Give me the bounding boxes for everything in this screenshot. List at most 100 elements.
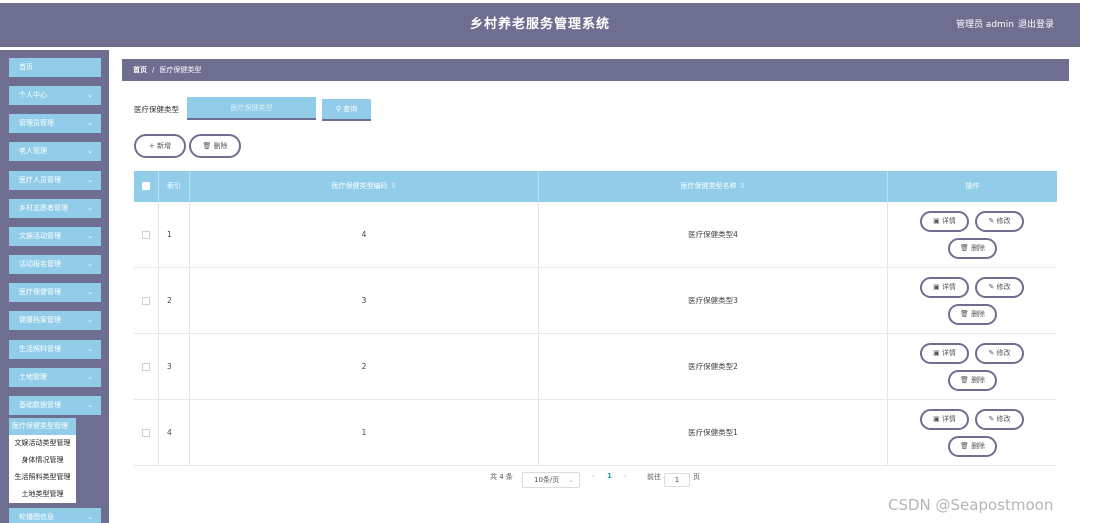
add-button-label: + 新增 [148, 142, 172, 150]
edit-button[interactable]: ✎ 修改 [975, 277, 1024, 298]
edit-button[interactable]: ✎ 修改 [975, 343, 1024, 364]
search-input[interactable] [187, 97, 316, 120]
row-index: 1 [159, 202, 190, 267]
submenu-item-land-type[interactable]: 土地类型管理 [9, 486, 76, 503]
table-row: 3 2 医疗保健类型2 ▣ 详情 ✎ 修改 🗑︎ 删除 [134, 334, 1057, 400]
detail-button[interactable]: ▣ 详情 [920, 409, 969, 430]
row-checkbox-cell [134, 202, 159, 267]
row-code: 1 [190, 400, 539, 465]
table-row: 4 1 医疗保健类型1 ▣ 详情 ✎ 修改 🗑︎ 删除 [134, 400, 1057, 466]
bulk-delete-button[interactable]: 🗑︎ 删除 [189, 134, 241, 158]
page-size-select[interactable]: 10条/页 ⌄ [522, 472, 580, 488]
trash-icon: 🗑︎ [202, 142, 212, 150]
goto-label: 前往 [647, 473, 661, 481]
next-page-button[interactable]: › [624, 472, 627, 480]
chevron-down-icon: ⌄ [87, 513, 93, 521]
header-code[interactable]: 医疗保健类型编码 ⇅ [190, 171, 539, 202]
submenu-item-care-type[interactable]: 生活照料类型管理 [9, 469, 76, 486]
trash-icon: 🗑︎ [959, 442, 969, 450]
chevron-down-icon: ⌄ [87, 260, 93, 269]
chevron-down-icon: ⌄ [87, 119, 93, 128]
submenu-item-medical-type[interactable]: 医疗保健类型管理 [9, 418, 76, 435]
edit-icon: ✎ [988, 415, 995, 423]
breadcrumb-separator: / [152, 66, 155, 74]
select-all-checkbox[interactable] [142, 182, 150, 190]
submenu-item-activity-type[interactable]: 文娱活动类型管理 [9, 435, 76, 452]
logout-link[interactable]: 退出登录 [1018, 3, 1054, 47]
row-checkbox-cell [134, 334, 159, 399]
chevron-down-icon: ⌄ [87, 175, 93, 184]
detail-button[interactable]: ▣ 详情 [920, 211, 969, 232]
header-checkbox-cell [134, 171, 159, 202]
goto-page-input[interactable]: 1 [664, 473, 690, 487]
page-unit-label: 页 [693, 473, 700, 481]
chevron-down-icon: ⌄ [87, 316, 93, 325]
sidebar-item-label: 健康档案管理 [19, 316, 61, 325]
row-checkbox[interactable] [142, 297, 150, 305]
row-checkbox-cell [134, 400, 159, 465]
header-name[interactable]: 医疗保健类型名称 ⇅ [539, 171, 888, 202]
table-row: 1 4 医疗保健类型4 ▣ 详情 ✎ 修改 🗑︎ 删除 [134, 202, 1057, 268]
table-header: 索引 医疗保健类型编码 ⇅ 医疗保健类型名称 ⇅ 操作 [134, 171, 1057, 202]
chevron-down-icon: ⌄ [87, 147, 93, 156]
edit-button[interactable]: ✎ 修改 [975, 409, 1024, 430]
sidebar-item[interactable]: 个人中心 ⌄ [9, 86, 101, 106]
detail-button[interactable]: ▣ 详情 [920, 277, 969, 298]
sidebar-item[interactable]: 健康档案管理 ⌄ [9, 311, 101, 331]
sidebar-item[interactable]: 土地管理 ⌄ [9, 367, 101, 387]
chevron-down-icon: ⌄ [87, 372, 93, 381]
row-index: 2 [159, 268, 190, 333]
submenu-item-body-condition[interactable]: 身体情况管理 [9, 452, 76, 469]
trash-icon: 🗑︎ [959, 244, 969, 252]
data-table: 索引 医疗保健类型编码 ⇅ 医疗保健类型名称 ⇅ 操作 1 4 医疗保健类型4 ▣ 详情 ✎… [134, 171, 1057, 466]
sidebar-item-label: 基础数据管理 [19, 400, 61, 409]
delete-button[interactable]: 🗑︎ 删除 [948, 238, 997, 259]
row-checkbox[interactable] [142, 429, 150, 437]
sidebar-item-label: 管理员管理 [19, 119, 54, 128]
detail-icon: ▣ [933, 283, 940, 291]
sidebar-item[interactable]: 基础数据管理 ⌄ [9, 395, 101, 415]
sidebar-item[interactable]: 管理员管理 ⌄ [9, 114, 101, 134]
row-index: 4 [159, 400, 190, 465]
sidebar-item[interactable]: 活动报名管理 ⌄ [9, 255, 101, 275]
row-checkbox[interactable] [142, 363, 150, 371]
sidebar-item-label: 活动报名管理 [19, 260, 61, 269]
delete-button[interactable]: 🗑︎ 删除 [948, 370, 997, 391]
sidebar-item[interactable]: 乡村志愿者管理 ⌄ [9, 198, 101, 218]
current-page[interactable]: 1 [607, 472, 612, 480]
search-icon: ⚲ [335, 105, 341, 113]
sidebar-item-label: 老人管理 [19, 147, 47, 156]
detail-button[interactable]: ▣ 详情 [920, 343, 969, 364]
row-code: 3 [190, 268, 539, 333]
row-checkbox[interactable] [142, 231, 150, 239]
search-button[interactable]: ⚲ 查询 [322, 99, 371, 121]
chevron-down-icon: ⌄ [568, 476, 574, 484]
detail-label: 详情 [941, 349, 956, 357]
row-actions: ▣ 详情 ✎ 修改 🗑︎ 删除 [888, 202, 1057, 267]
page-size-value: 10条/页 [534, 476, 560, 484]
watermark: CSDN @Seapostmoon [888, 496, 1054, 514]
delete-button[interactable]: 🗑︎ 删除 [948, 436, 997, 457]
add-button[interactable]: + 新增 [134, 134, 186, 158]
breadcrumb: 首页 / 医疗保健类型 [122, 59, 1069, 81]
sidebar-item-label: 乡村志愿者管理 [19, 203, 68, 212]
delete-button[interactable]: 🗑︎ 删除 [948, 304, 997, 325]
row-name: 医疗保健类型1 [539, 400, 888, 465]
sidebar-item[interactable]: 医疗人员管理 ⌄ [9, 170, 101, 190]
search-button-label: 查询 [343, 105, 358, 113]
sidebar-item[interactable]: 轮播图信息 ⌄ [9, 508, 101, 523]
edit-button[interactable]: ✎ 修改 [975, 211, 1024, 232]
detail-icon: ▣ [933, 349, 940, 357]
sidebar-item[interactable]: 老人管理 ⌄ [9, 142, 101, 162]
delete-label: 删除 [971, 442, 986, 450]
sidebar-item[interactable]: 首页 [9, 58, 101, 77]
chevron-down-icon: ⌄ [87, 231, 93, 240]
sidebar-item[interactable]: 生活照料管理 ⌄ [9, 339, 101, 359]
table-body: 1 4 医疗保健类型4 ▣ 详情 ✎ 修改 🗑︎ 删除 2 3 医疗保健类型3 ▣ 详情 ✎ 修改 🗑… [134, 202, 1057, 466]
edit-icon: ✎ [988, 217, 995, 225]
prev-page-button[interactable]: ‹ [592, 472, 595, 480]
chevron-down-icon: ⌄ [87, 400, 93, 409]
sidebar-item[interactable]: 医疗保健管理 ⌄ [9, 283, 101, 303]
sidebar-item[interactable]: 文娱活动管理 ⌄ [9, 226, 101, 246]
breadcrumb-home[interactable]: 首页 [133, 66, 147, 74]
